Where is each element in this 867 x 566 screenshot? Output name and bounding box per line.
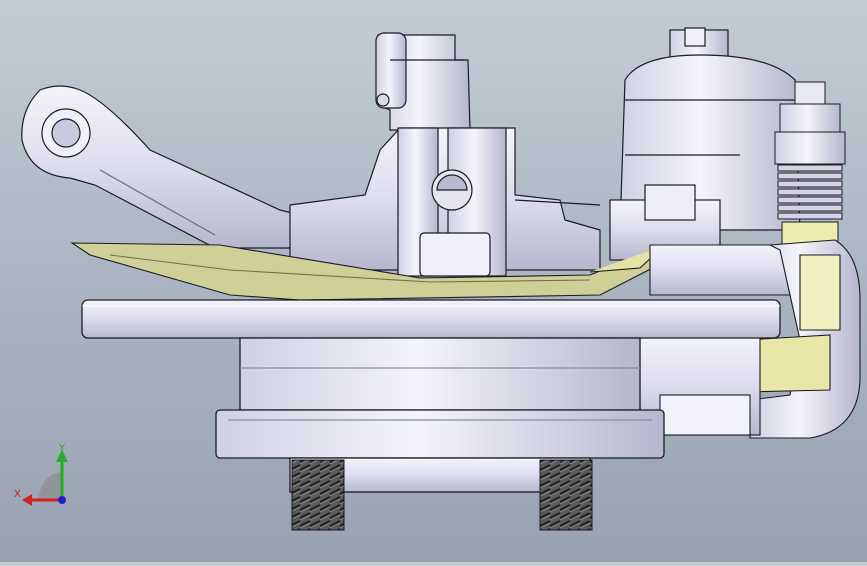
knuckle-upper (375, 32, 471, 131)
z-axis-dot (58, 496, 66, 504)
rotor-disc (81, 299, 781, 339)
coordinate-triad: Y X (14, 443, 68, 506)
y-axis-label: Y (58, 443, 66, 454)
central-block (289, 127, 601, 277)
x-axis-label: X (14, 489, 21, 500)
bracket-arm (21, 85, 301, 249)
hub (215, 337, 665, 493)
model-canvas[interactable]: Y X (0, 0, 867, 562)
cad-viewport[interactable]: Y X (0, 0, 867, 562)
caliper-body (639, 239, 861, 439)
reservoir-housing (609, 27, 801, 261)
